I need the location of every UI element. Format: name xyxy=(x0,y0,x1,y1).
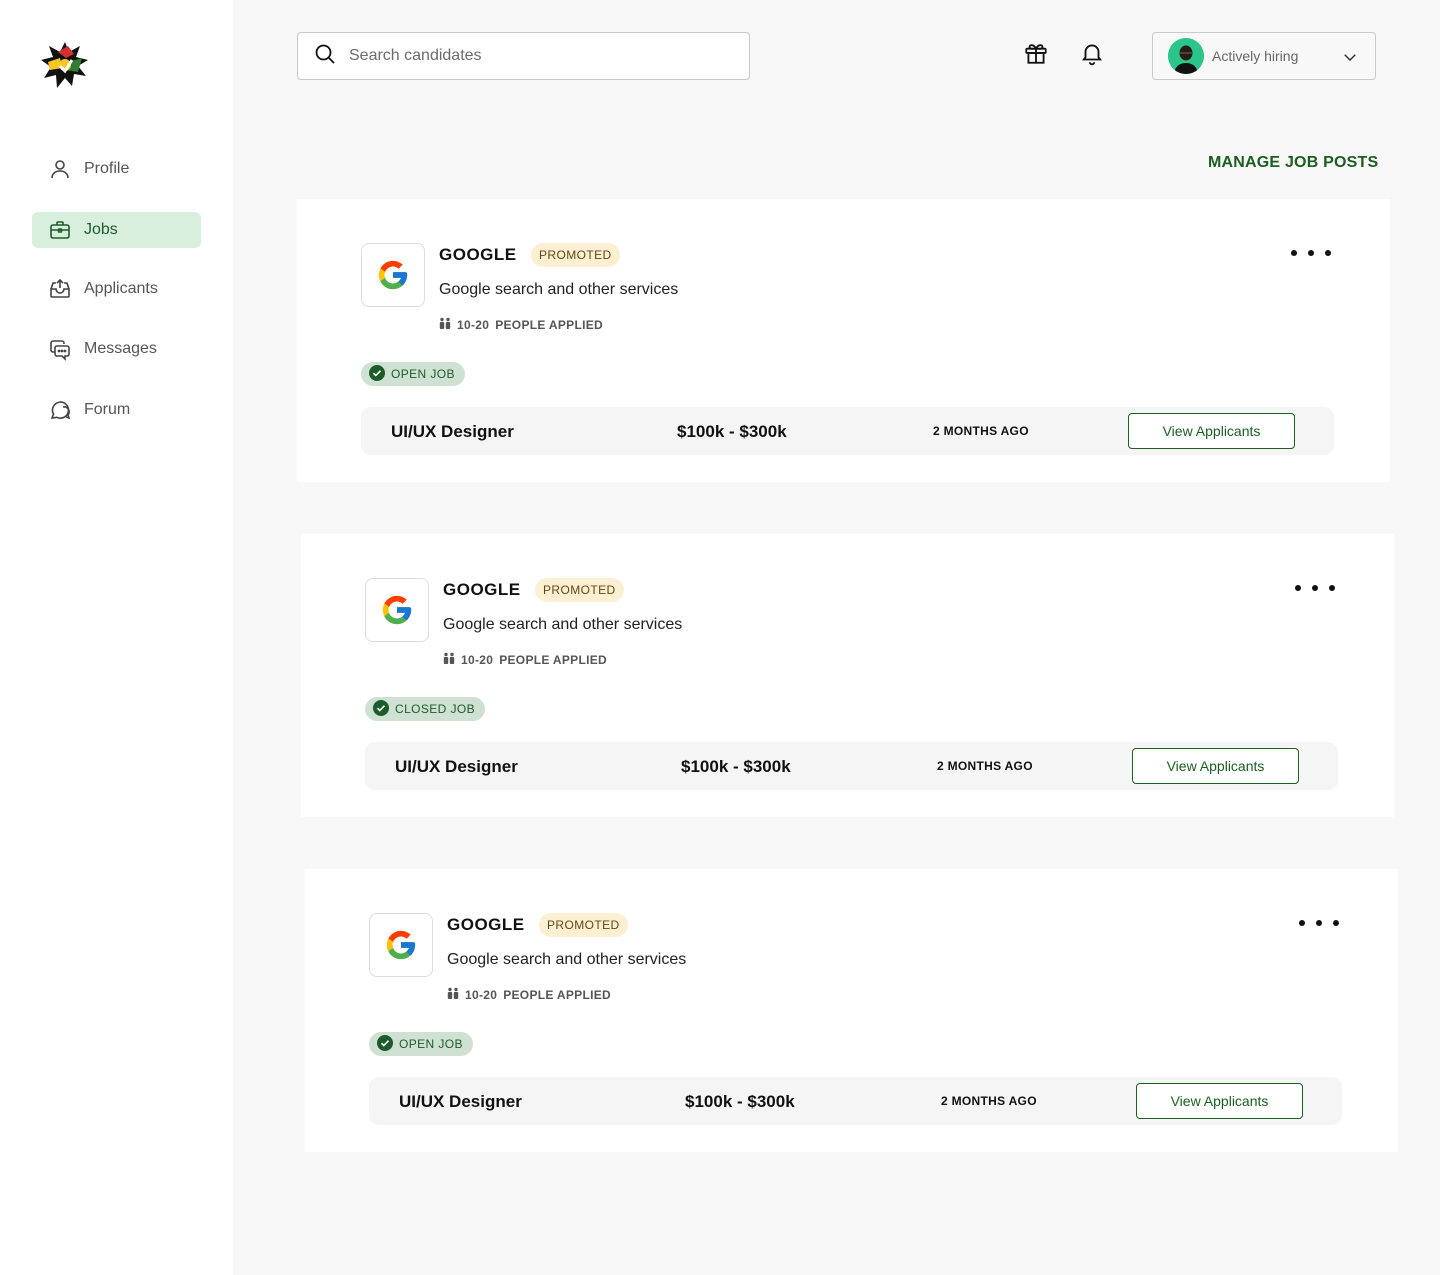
search-icon xyxy=(313,42,337,71)
sidebar-item-label: Jobs xyxy=(84,221,118,238)
applied-range: 10-20 xyxy=(457,317,490,332)
sidebar-item-forum[interactable]: Forum xyxy=(32,392,201,428)
company-name: GOOGLE xyxy=(439,245,517,264)
dot-icon xyxy=(1308,250,1314,256)
dot-icon xyxy=(1333,920,1339,926)
job-posted-time: 2 MONTHS AGO xyxy=(941,1094,1037,1108)
job-status-badge: CLOSED JOB xyxy=(365,697,486,721)
view-applicants-button[interactable]: View Applicants xyxy=(1136,1083,1303,1119)
view-applicants-button[interactable]: View Applicants xyxy=(1132,748,1299,784)
google-logo xyxy=(361,243,425,307)
promoted-badge: PROMOTED xyxy=(539,913,628,937)
sidebar-item-label: Forum xyxy=(84,401,131,418)
more-options-button[interactable] xyxy=(1299,911,1339,935)
job-status-label: OPEN JOB xyxy=(399,1037,463,1051)
company-description: Google search and other services xyxy=(439,281,679,298)
google-logo xyxy=(369,913,433,977)
manage-job-posts-link[interactable]: MANAGE JOB POSTS xyxy=(1208,154,1378,172)
dot-icon xyxy=(1316,920,1322,926)
company-description: Google search and other services xyxy=(447,951,687,968)
job-status-label: OPEN JOB xyxy=(391,367,455,381)
chat-icon xyxy=(48,337,72,361)
company-description: Google search and other services xyxy=(443,616,683,633)
hiring-status-label: Actively hiring xyxy=(1212,48,1299,64)
check-circle-icon xyxy=(373,699,389,719)
job-card: GOOGLE PROMOTED Google search and other … xyxy=(301,534,1394,817)
sidebar: Profile Jobs Applicants Messages Forum xyxy=(0,0,233,1275)
user-icon xyxy=(48,157,72,181)
dot-icon xyxy=(1295,585,1301,591)
job-status-label: CLOSED JOB xyxy=(395,702,476,716)
job-salary: $100k - $300k xyxy=(685,1092,795,1111)
applied-count: 10-20 PEOPLE APPLIED xyxy=(447,987,611,1002)
job-status-badge: OPEN JOB xyxy=(369,1032,473,1056)
promoted-badge: PROMOTED xyxy=(531,243,620,267)
briefcase-icon xyxy=(48,218,72,242)
promoted-badge: PROMOTED xyxy=(535,578,624,602)
chevron-down-icon xyxy=(1341,48,1359,71)
applied-range: 10-20 xyxy=(461,652,494,667)
dot-icon xyxy=(1312,585,1318,591)
job-salary: $100k - $300k xyxy=(681,757,791,776)
sidebar-item-label: Profile xyxy=(84,160,130,177)
dot-icon xyxy=(1325,250,1331,256)
dot-icon xyxy=(1291,250,1297,256)
applied-label: PEOPLE APPLIED xyxy=(503,987,611,1002)
forum-icon xyxy=(48,398,72,422)
dot-icon xyxy=(1299,920,1305,926)
applied-label: PEOPLE APPLIED xyxy=(495,317,603,332)
job-posted-time: 2 MONTHS AGO xyxy=(937,759,1033,773)
view-applicants-button[interactable]: View Applicants xyxy=(1128,413,1295,449)
sidebar-item-label: Applicants xyxy=(84,280,158,297)
search-bar[interactable] xyxy=(297,32,750,80)
sidebar-item-label: Messages xyxy=(84,340,157,357)
applied-range: 10-20 xyxy=(465,987,498,1002)
more-options-button[interactable] xyxy=(1291,241,1331,265)
dot-icon xyxy=(1329,585,1335,591)
job-row: UI/UX Designer $100k - $300k 2 MONTHS AG… xyxy=(361,407,1334,455)
people-icon xyxy=(443,652,455,667)
job-card: GOOGLE PROMOTED Google search and other … xyxy=(297,199,1390,482)
more-options-button[interactable] xyxy=(1295,576,1335,600)
job-salary: $100k - $300k xyxy=(677,422,787,441)
hiring-status-select[interactable]: Actively hiring xyxy=(1152,32,1376,80)
applied-count: 10-20 PEOPLE APPLIED xyxy=(443,652,607,667)
applied-label: PEOPLE APPLIED xyxy=(499,652,607,667)
job-title: UI/UX Designer xyxy=(395,757,518,776)
job-title: UI/UX Designer xyxy=(391,422,514,441)
job-row: UI/UX Designer $100k - $300k 2 MONTHS AG… xyxy=(369,1077,1342,1125)
company-name: GOOGLE xyxy=(443,580,521,599)
job-title: UI/UX Designer xyxy=(399,1092,522,1111)
job-card: GOOGLE PROMOTED Google search and other … xyxy=(305,869,1398,1152)
job-status-badge: OPEN JOB xyxy=(361,362,465,386)
sidebar-item-profile[interactable]: Profile xyxy=(32,151,201,187)
sidebar-item-jobs[interactable]: Jobs xyxy=(32,212,201,248)
applied-count: 10-20 PEOPLE APPLIED xyxy=(439,317,603,332)
check-circle-icon xyxy=(377,1034,393,1054)
gift-icon[interactable] xyxy=(1023,40,1049,66)
people-icon xyxy=(447,987,459,1002)
bell-icon[interactable] xyxy=(1079,40,1105,66)
check-circle-icon xyxy=(369,364,385,384)
avatar xyxy=(1168,38,1204,74)
sidebar-item-messages[interactable]: Messages xyxy=(32,331,201,367)
job-posted-time: 2 MONTHS AGO xyxy=(933,424,1029,438)
sidebar-item-applicants[interactable]: Applicants xyxy=(32,271,201,307)
company-name: GOOGLE xyxy=(447,915,525,934)
brand-logo[interactable] xyxy=(38,38,92,92)
google-logo xyxy=(365,578,429,642)
inbox-icon xyxy=(48,277,72,301)
job-row: UI/UX Designer $100k - $300k 2 MONTHS AG… xyxy=(365,742,1338,790)
search-input[interactable] xyxy=(349,47,709,65)
people-icon xyxy=(439,317,451,332)
